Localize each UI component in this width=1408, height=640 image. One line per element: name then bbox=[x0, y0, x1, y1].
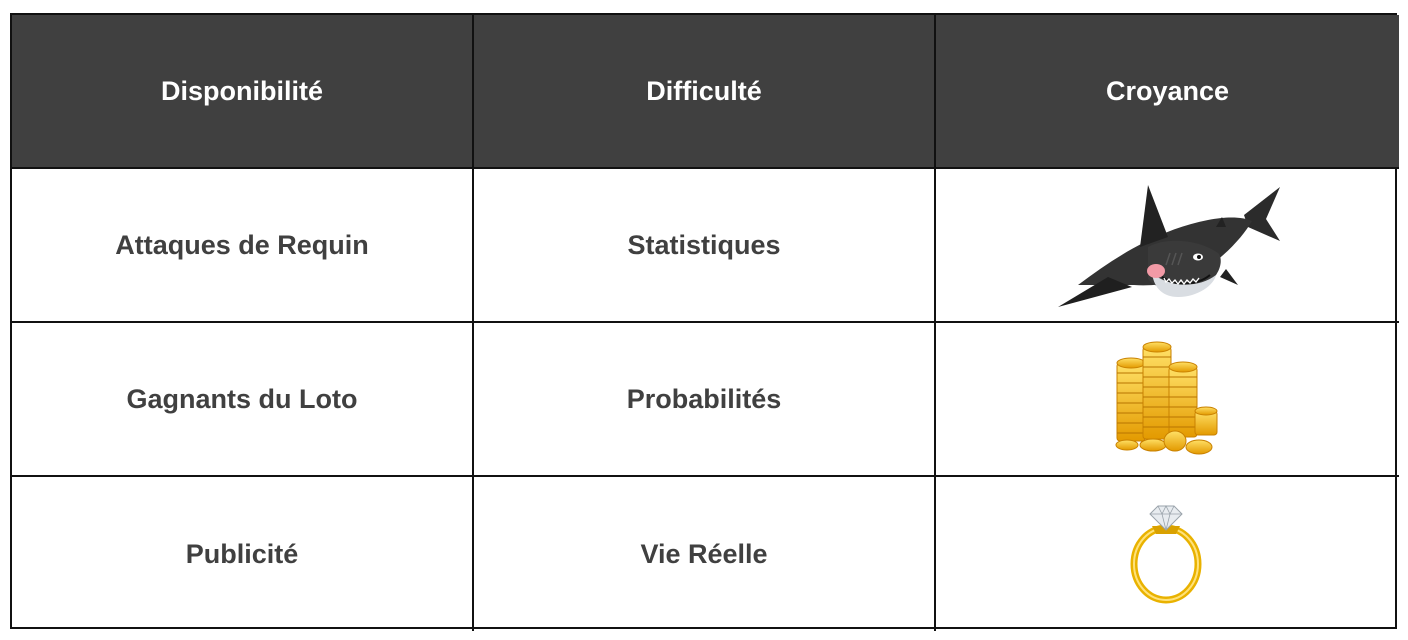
cell-disponibilite-row1: Attaques de Requin bbox=[12, 169, 474, 323]
header-difficulte: Difficulté bbox=[474, 15, 936, 169]
gold-coins-icon bbox=[1115, 341, 1217, 455]
cell-disponibilite-row2: Gagnants du Loto bbox=[12, 323, 474, 477]
cell-difficulte-row1: Statistiques bbox=[474, 169, 936, 323]
header-disponibilite: Disponibilité bbox=[12, 15, 474, 169]
diamond-ring-icon bbox=[1130, 505, 1201, 604]
cell-croyance-row2 bbox=[936, 323, 1399, 477]
cell-disponibilite-row3: Publicité bbox=[12, 477, 474, 631]
cell-difficulte-row3: Vie Réelle bbox=[474, 477, 936, 631]
cell-croyance-row1 bbox=[936, 169, 1399, 323]
cell-croyance-row3 bbox=[936, 477, 1399, 631]
comparison-table: Disponibilité Difficulté Croyance Attaqu… bbox=[10, 13, 1399, 631]
header-croyance: Croyance bbox=[936, 15, 1399, 169]
cell-difficulte-row2: Probabilités bbox=[474, 323, 936, 477]
shark-icon bbox=[1057, 185, 1280, 307]
